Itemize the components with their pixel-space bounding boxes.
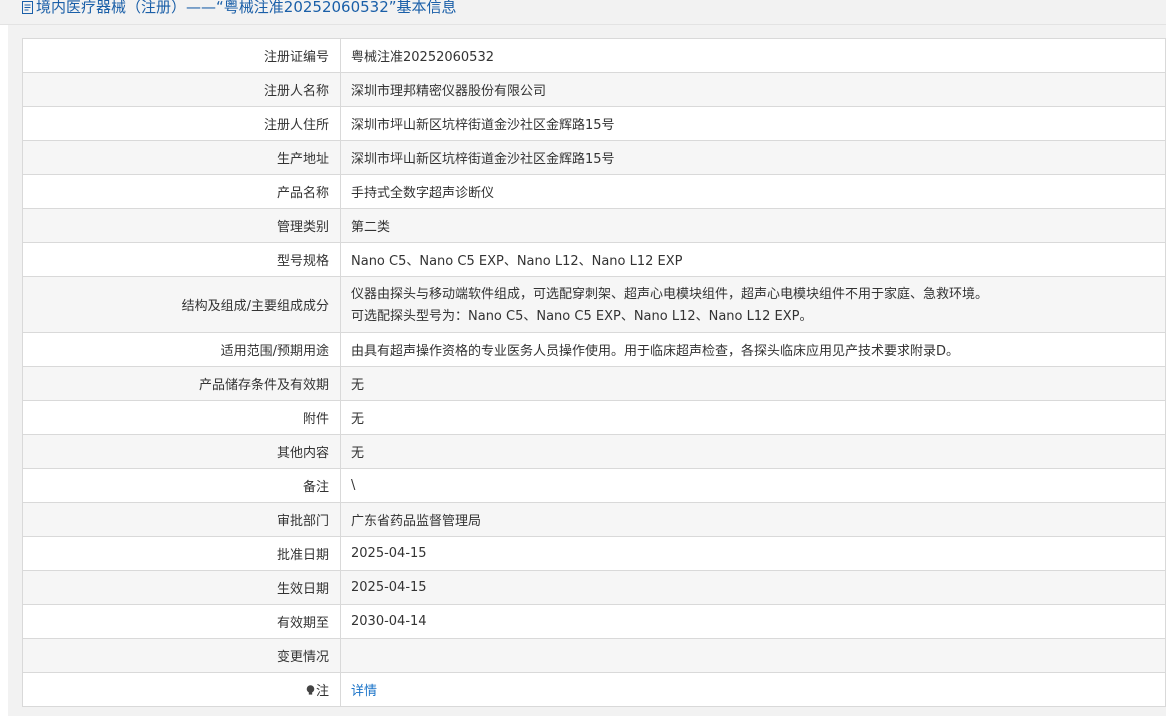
row-label: 注册证编号 (22, 38, 341, 73)
note-label-text: 注 (315, 684, 329, 699)
table-row: 适用范围/预期用途 由具有超声操作资格的专业医务人员操作使用。用于临床超声检查，… (22, 332, 1166, 367)
details-link[interactable]: 详情 (351, 684, 377, 699)
table-row: 附件 无 (22, 400, 1166, 435)
table-row: 变更情况 (22, 638, 1166, 673)
document-icon (22, 0, 33, 14)
row-label: 注册人名称 (22, 72, 341, 107)
row-label: 结构及组成/主要组成成分 (22, 276, 341, 333)
table-row: 注册人名称 深圳市理邦精密仪器股份有限公司 (22, 72, 1166, 107)
table-row: 其他内容 无 (22, 434, 1166, 469)
structure-line-1: 仪器由探头与移动端软件组成，可选配穿刺架、超声心电模块组件，超声心电模块组件不用… (351, 286, 989, 302)
row-value: 2025-04-15 (340, 570, 1166, 605)
page: 境内医疗器械（注册）——“粤械注准20252060532”基本信息 注册证编号 … (0, 0, 1166, 716)
row-label: 备注 (22, 468, 341, 503)
row-value: 广东省药品监督管理局 (340, 502, 1166, 537)
row-value: 无 (340, 434, 1166, 469)
row-value: 手持式全数字超声诊断仪 (340, 174, 1166, 209)
table-row: 产品名称 手持式全数字超声诊断仪 (22, 174, 1166, 209)
row-label: 批准日期 (22, 536, 341, 571)
row-label: 变更情况 (22, 638, 341, 673)
table-row: 结构及组成/主要组成成分 仪器由探头与移动端软件组成，可选配穿刺架、超声心电模块… (22, 276, 1166, 333)
row-value: Nano C5、Nano C5 EXP、Nano L12、Nano L12 EX… (340, 242, 1166, 277)
row-value: 2030-04-14 (340, 604, 1166, 639)
title-bar: 境内医疗器械（注册）——“粤械注准20252060532”基本信息 (0, 0, 1166, 25)
row-value: 无 (340, 366, 1166, 401)
row-label: 适用范围/预期用途 (22, 332, 341, 367)
table-row: 注 详情 (22, 672, 1166, 707)
row-value: 详情 (340, 672, 1166, 707)
table-row: 批准日期 2025-04-15 (22, 536, 1166, 571)
table-row: 生产地址 深圳市坪山新区坑梓街道金沙社区金辉路15号 (22, 140, 1166, 175)
row-label: 审批部门 (22, 502, 341, 537)
row-value: 深圳市坪山新区坑梓街道金沙社区金辉路15号 (340, 106, 1166, 141)
table-row: 备注 \ (22, 468, 1166, 503)
row-label: 型号规格 (22, 242, 341, 277)
row-value: 无 (340, 400, 1166, 435)
row-value (340, 638, 1166, 673)
table-row: 有效期至 2030-04-14 (22, 604, 1166, 639)
page-title: 境内医疗器械（注册）——“粤械注准20252060532”基本信息 (22, 0, 457, 17)
table-row: 注册人住所 深圳市坪山新区坑梓街道金沙社区金辉路15号 (22, 106, 1166, 141)
row-label: 生效日期 (22, 570, 341, 605)
row-label: 有效期至 (22, 604, 341, 639)
row-value: \ (340, 468, 1166, 503)
row-value: 粤械注准20252060532 (340, 38, 1166, 73)
row-value: 深圳市理邦精密仪器股份有限公司 (340, 72, 1166, 107)
table-row: 生效日期 2025-04-15 (22, 570, 1166, 605)
row-value: 由具有超声操作资格的专业医务人员操作使用。用于临床超声检查，各探头临床应用见产技… (340, 332, 1166, 367)
row-value: 第二类 (340, 208, 1166, 243)
info-table: 注册证编号 粤械注准20252060532 注册人名称 深圳市理邦精密仪器股份有… (22, 38, 1166, 707)
row-label: 附件 (22, 400, 341, 435)
table-row: 管理类别 第二类 (22, 208, 1166, 243)
table-row: 审批部门 广东省药品监督管理局 (22, 502, 1166, 537)
row-label: 产品储存条件及有效期 (22, 366, 341, 401)
row-value: 深圳市坪山新区坑梓街道金沙社区金辉路15号 (340, 140, 1166, 175)
note-label: 注 (22, 672, 341, 707)
row-value: 2025-04-15 (340, 536, 1166, 571)
row-value: 仪器由探头与移动端软件组成，可选配穿刺架、超声心电模块组件，超声心电模块组件不用… (340, 276, 1166, 333)
page-title-text: 境内医疗器械（注册）——“粤械注准20252060532”基本信息 (36, 0, 457, 16)
row-label: 其他内容 (22, 434, 341, 469)
table-row: 注册证编号 粤械注准20252060532 (22, 38, 1166, 73)
structure-line-2: 可选配探头型号为：Nano C5、Nano C5 EXP、Nano L12、Na… (351, 308, 813, 324)
row-label: 产品名称 (22, 174, 341, 209)
row-label: 注册人住所 (22, 106, 341, 141)
lightbulb-icon (306, 685, 315, 695)
table-row: 型号规格 Nano C5、Nano C5 EXP、Nano L12、Nano L… (22, 242, 1166, 277)
row-label: 生产地址 (22, 140, 341, 175)
table-row: 产品储存条件及有效期 无 (22, 366, 1166, 401)
row-label: 管理类别 (22, 208, 341, 243)
